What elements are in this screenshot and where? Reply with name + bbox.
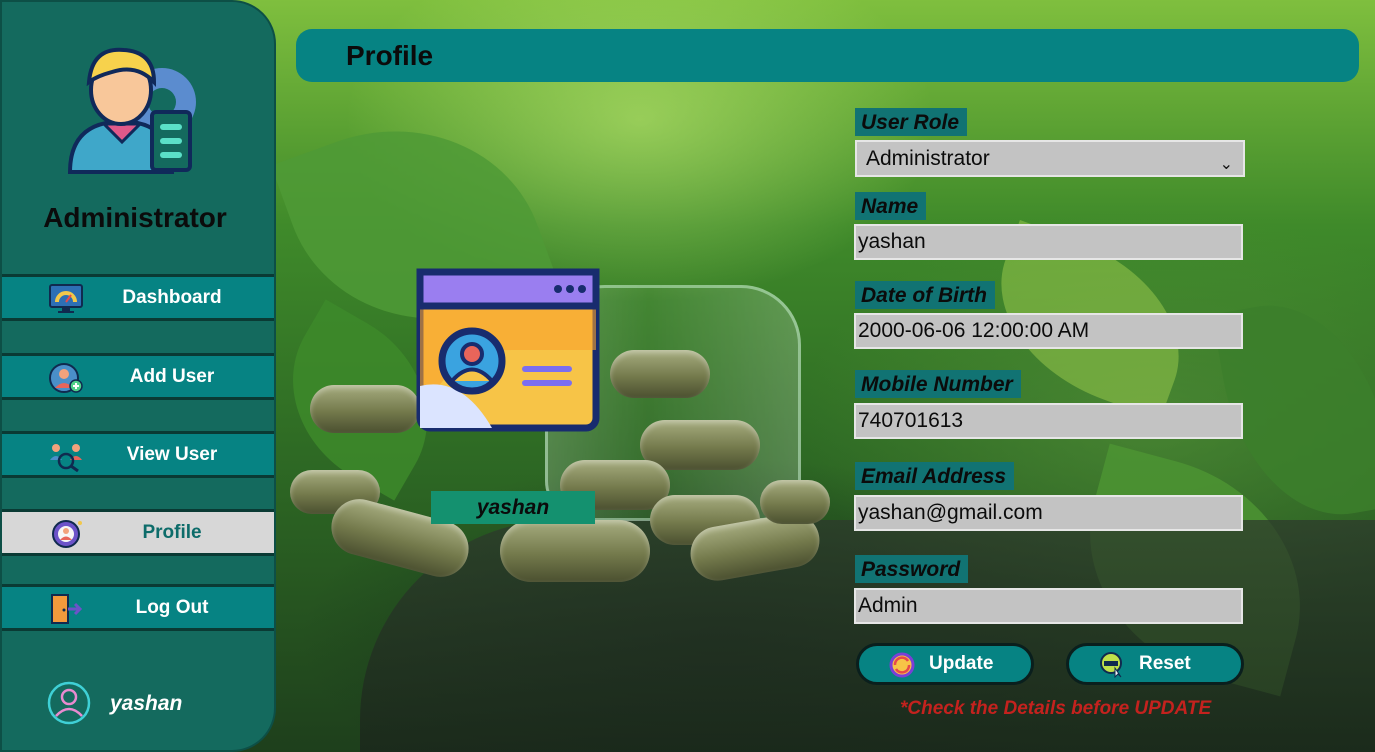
name-field[interactable] [854, 224, 1243, 260]
sidebar-item-profile[interactable]: Profile [2, 509, 274, 556]
update-button-label: Update [929, 653, 994, 674]
sidebar-item-view-user[interactable]: View User [2, 431, 274, 478]
name-label: Name [855, 192, 927, 220]
mobile-number-field[interactable] [854, 403, 1243, 439]
logout-icon [51, 594, 83, 624]
user-role-value: Administrator [866, 147, 990, 170]
profile-gear-icon [52, 520, 82, 548]
user-avatar-icon [47, 681, 91, 725]
profile-name-badge: yashan [431, 491, 595, 524]
update-button[interactable]: Update [856, 643, 1034, 685]
sidebar: Administrator Dashboard Add User View Us… [0, 0, 276, 752]
sidebar-item-label: Add User [129, 365, 215, 387]
sidebar-role-title: Administrator [43, 202, 227, 233]
current-user-name: yashan [110, 692, 183, 715]
sidebar-item-logout[interactable]: Log Out [2, 584, 274, 631]
sidebar-item-label: Dashboard [122, 286, 222, 308]
date-of-birth-field[interactable] [854, 313, 1243, 349]
reset-icon [1100, 652, 1122, 678]
dob-label: Date of Birth [855, 281, 995, 309]
profile-card-icon [416, 268, 600, 432]
mobile-label: Mobile Number [855, 370, 1021, 398]
password-label: Password [855, 555, 969, 583]
sidebar-item-label: Profile [142, 521, 202, 543]
user-role-label: User Role [855, 108, 968, 136]
password-field[interactable] [854, 588, 1243, 624]
email-label: Email Address [855, 462, 1015, 490]
update-icon [889, 652, 915, 678]
sidebar-item-dashboard[interactable]: Dashboard [2, 274, 274, 321]
page-header: Profile [296, 29, 1359, 82]
sidebar-item-label: Log Out [135, 596, 209, 618]
user-role-select[interactable]: Administrator ⌄ [855, 140, 1245, 177]
warning-notice: *Check the Details before UPDATE [900, 698, 1212, 719]
add-user-icon [49, 363, 83, 393]
email-field[interactable] [854, 495, 1243, 531]
view-user-icon [50, 444, 82, 472]
chevron-down-icon: ⌄ [1219, 156, 1233, 173]
reset-button-label: Reset [1139, 653, 1191, 674]
dashboard-icon [49, 284, 83, 313]
administrator-avatar-icon [67, 47, 196, 174]
sidebar-item-add-user[interactable]: Add User [2, 353, 274, 400]
reset-button[interactable]: Reset [1066, 643, 1244, 685]
page-title: Profile [346, 40, 434, 71]
sidebar-item-label: View User [126, 443, 218, 465]
profile-window: Administrator Dashboard Add User View Us… [0, 0, 1375, 752]
